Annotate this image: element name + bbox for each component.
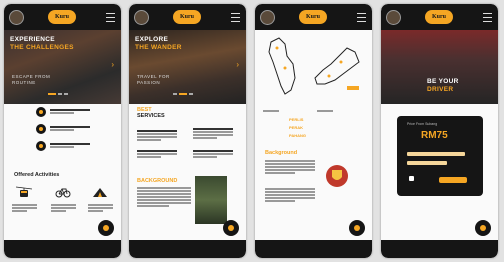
service-text	[193, 128, 233, 140]
hamburger-menu-icon[interactable]	[357, 13, 366, 22]
hero-title: BE YOUR DRIVER	[427, 78, 459, 93]
hero-title-line1: EXPERIENCE	[10, 36, 55, 43]
step-icon	[36, 141, 46, 151]
background-text	[265, 160, 315, 175]
service-text	[137, 150, 177, 159]
map-label[interactable]: PAHANG	[289, 133, 306, 138]
arrow-right-icon[interactable]: ›	[111, 60, 114, 69]
app-header: Kuru	[255, 4, 372, 30]
brand-logo[interactable]: Kuru	[173, 10, 201, 24]
brand-logo[interactable]: Kuru	[48, 10, 76, 24]
service-text	[137, 130, 177, 142]
hero-sub-line2: ROUTINE	[12, 80, 36, 85]
section-title: BEST SERVICES	[137, 107, 165, 119]
screen-map: Kuru PERLIS PERAK PAHANG Background	[255, 4, 372, 258]
bottom-nav	[255, 240, 372, 258]
app-header: Kuru	[4, 4, 121, 30]
screen-pricing: Kuru BE YOUR DRIVER Price From Subang RM…	[381, 4, 498, 258]
tent-icon	[93, 188, 107, 197]
chat-button[interactable]	[475, 220, 491, 236]
screen-services: Kuru EXPLORE THE WANDER TRAVEL FOR PASSI…	[129, 4, 246, 258]
activity-text	[12, 204, 37, 213]
list-item	[36, 107, 106, 117]
list-item	[36, 124, 106, 134]
hero-subtitle: TRAVEL FOR PASSION	[137, 74, 170, 86]
hamburger-menu-icon[interactable]	[483, 13, 492, 22]
pickup-field[interactable]	[407, 152, 465, 156]
bottom-nav	[381, 240, 498, 258]
map-legend	[317, 110, 333, 113]
hero-banner: EXPLORE THE WANDER TRAVEL FOR PASSION ›	[129, 30, 246, 104]
chat-button[interactable]	[223, 220, 239, 236]
avatar[interactable]	[9, 10, 24, 25]
carousel-dots[interactable]	[173, 82, 195, 100]
hero-title-line2: DRIVER	[427, 85, 454, 93]
checkbox[interactable]	[409, 176, 414, 181]
activity-text	[88, 204, 113, 213]
service-text	[193, 150, 233, 159]
book-button[interactable]	[439, 177, 467, 183]
hero-title-line2: THE CHALLENGES	[10, 43, 74, 51]
chat-button[interactable]	[349, 220, 365, 236]
step-icon	[36, 124, 46, 134]
map-legend	[263, 110, 279, 113]
app-header: Kuru	[381, 4, 498, 30]
malaysia-map[interactable]	[263, 34, 363, 100]
landscape-photo	[195, 176, 227, 224]
avatar[interactable]	[260, 10, 275, 25]
screen-activities: Kuru EXPERIENCE THE CHALLENGES ESCAPE FR…	[4, 4, 121, 258]
brand-logo[interactable]: Kuru	[425, 10, 453, 24]
hamburger-menu-icon[interactable]	[231, 13, 240, 22]
bicycle-icon	[55, 188, 71, 198]
hero-title-line1: EXPLORE	[135, 36, 169, 43]
price-card: Price From Subang RM75	[397, 116, 483, 196]
hero-subtitle: ESCAPE FROM ROUTINE	[12, 74, 50, 86]
avatar[interactable]	[386, 10, 401, 25]
price-value: RM75	[421, 130, 448, 141]
hero-title: EXPERIENCE THE CHALLENGES	[10, 36, 74, 51]
app-header: Kuru	[129, 4, 246, 30]
background-text	[137, 187, 191, 208]
emblem-icon	[326, 165, 348, 187]
price-caption: Price From Subang	[407, 122, 438, 126]
dropoff-field[interactable]	[407, 161, 447, 165]
section-title-main: SERVICES	[137, 113, 165, 119]
hero-title-line2: THE WANDER	[135, 43, 182, 51]
hero-title: EXPLORE THE WANDER	[135, 36, 182, 51]
section-title: Background	[265, 150, 298, 156]
bottom-nav	[129, 240, 246, 258]
hero-sub-line2: PASSION	[137, 80, 161, 85]
brand-logo[interactable]: Kuru	[299, 10, 327, 24]
carousel-dots[interactable]	[48, 82, 70, 100]
step-icon	[36, 107, 46, 117]
activity-text	[51, 204, 76, 213]
hero-banner: BE YOUR DRIVER	[381, 30, 498, 104]
hamburger-menu-icon[interactable]	[106, 13, 115, 22]
avatar[interactable]	[134, 10, 149, 25]
bottom-nav	[4, 240, 121, 258]
chat-button[interactable]	[98, 220, 114, 236]
hero-title-line1: BE YOUR	[427, 78, 459, 85]
section-title: BACKGROUND	[137, 178, 178, 184]
cable-car-icon	[16, 186, 32, 197]
background-text	[265, 188, 315, 203]
arrow-right-icon[interactable]: ›	[236, 60, 239, 69]
map-label[interactable]: PERAK	[289, 125, 303, 130]
list-item	[36, 141, 106, 151]
section-title: Offered Activities	[14, 172, 60, 178]
hero-banner: EXPERIENCE THE CHALLENGES ESCAPE FROM RO…	[4, 30, 121, 104]
map-label[interactable]: PERLIS	[289, 117, 303, 122]
